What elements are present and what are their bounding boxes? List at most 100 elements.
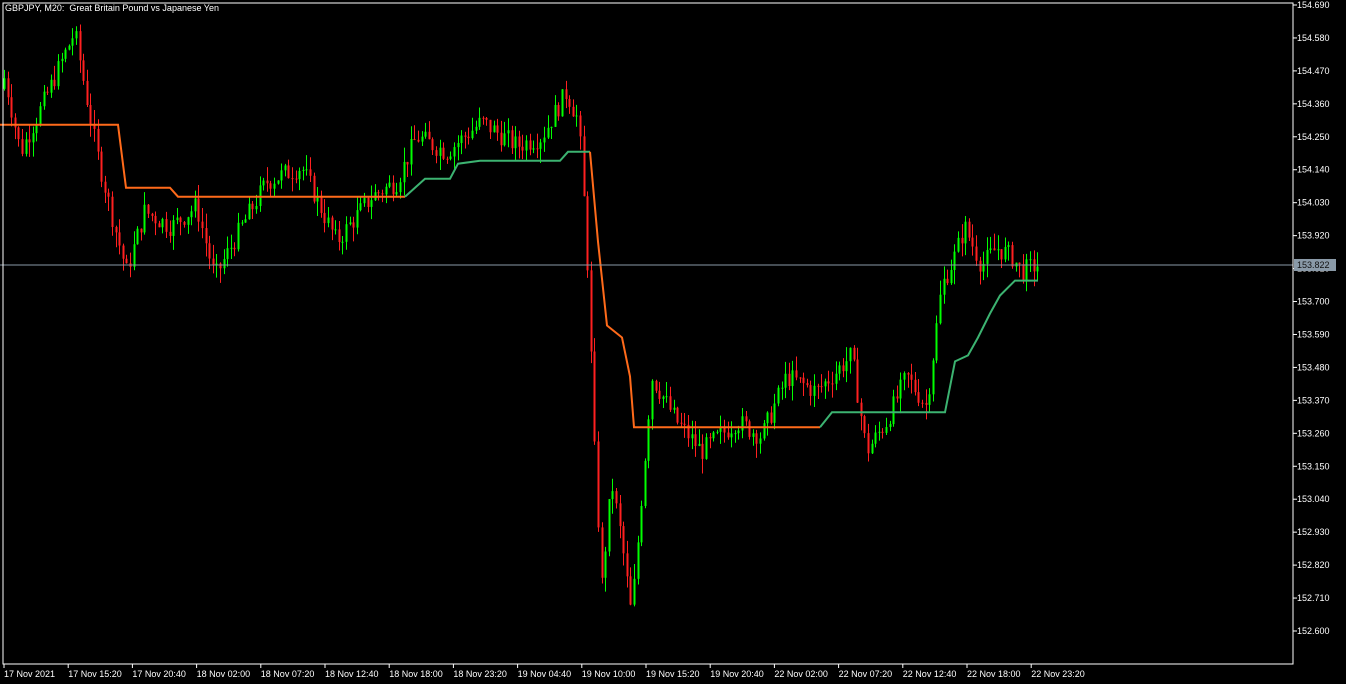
candle-body [53,79,56,87]
candle-body [824,381,827,387]
price-label: 153.590 [1297,329,1330,339]
candle-body [435,150,438,156]
candle-body [871,443,874,454]
candle-body [860,402,863,417]
candle-body [791,370,794,387]
candle-body [169,231,172,236]
candle-body [1022,264,1025,281]
candle-body [7,78,10,98]
candle-body [136,228,139,245]
candle-body [478,117,481,127]
candle-body [568,99,571,107]
candle-body [165,219,168,232]
candle-body [82,60,85,81]
candle-body [521,146,524,151]
candle-body [241,222,244,224]
candle-body [305,169,308,171]
candle-body [766,412,769,424]
candle-body [734,433,737,435]
candle-body [46,91,49,93]
time-label: 18 Nov 12:40 [325,669,379,679]
current-price-badge: 153.822 [1294,258,1336,271]
candle-body [467,136,470,139]
candle-body [489,119,492,133]
candle-body [773,403,776,423]
candle-body [363,198,366,204]
candle-body [853,347,856,360]
candle-body [158,223,161,228]
price-chart[interactable]: 154.690 154.580 154.470 154.360 154.250 154.1… [0,0,1346,684]
candle-body [68,45,71,50]
candle-body [518,136,521,147]
candle-body [698,443,701,447]
candle-body [496,125,499,133]
candle-body [709,437,712,439]
candle-body [878,431,881,433]
candle-body [1029,259,1032,261]
candle-body [237,222,240,250]
time-label: 22 Nov 18:00 [967,669,1021,679]
candle-body [608,499,611,552]
candle-body [320,195,323,213]
candle-body [431,139,434,151]
candle-body [392,182,395,195]
price-label: 154.580 [1297,33,1330,43]
candle-body [831,383,834,385]
candle-body [694,434,697,447]
candle-body [471,130,474,139]
candle-body [395,192,398,195]
candle-body [21,139,24,154]
candle-body [741,416,744,431]
candle-body [842,365,845,372]
candle-body [932,360,935,395]
candle-body [3,78,6,89]
candle-body [183,222,186,225]
candle-body [1000,249,1003,260]
candle-body [914,379,917,393]
price-label: 152.930 [1297,527,1330,537]
candle-body [226,248,229,260]
candle-body [331,217,334,230]
candle-body [662,396,665,399]
candle-body [140,228,143,233]
candle-body [993,248,996,251]
candle-body [460,135,463,144]
candle-body [143,204,146,233]
candle-body [730,433,733,438]
candle-body [428,131,431,140]
candle-body [910,374,913,380]
candle-body [781,387,784,389]
candle-body [161,219,164,228]
price-badge-label: 153.822 [1297,260,1330,270]
candle-body [273,183,276,189]
candle-body [835,373,838,384]
candle-body [565,89,568,100]
time-label: 22 Nov 02:00 [774,669,828,679]
candle-body [802,377,805,384]
candle-body [590,270,593,352]
candle-body [554,104,557,127]
candle-body [410,138,413,165]
candle-body [644,460,647,506]
candle-body [334,229,337,231]
candle-body [543,137,546,143]
candle-body [615,491,618,504]
candle-body [500,132,503,146]
candle-body [503,133,506,146]
candle-body [903,373,906,380]
candle-body [817,385,820,387]
candle-body [1036,266,1039,272]
candle-body [763,423,766,439]
candle-body [32,133,35,143]
candle-body [223,259,226,269]
candle-body [413,138,416,140]
candle-body [683,423,686,425]
candle-body [457,143,460,148]
candle-body [302,169,305,171]
price-label: 154.360 [1297,99,1330,109]
candle-body [593,351,596,442]
candle-body [399,182,402,193]
candle-body [367,198,370,207]
candle-body [464,135,467,137]
candle-body [712,432,715,439]
